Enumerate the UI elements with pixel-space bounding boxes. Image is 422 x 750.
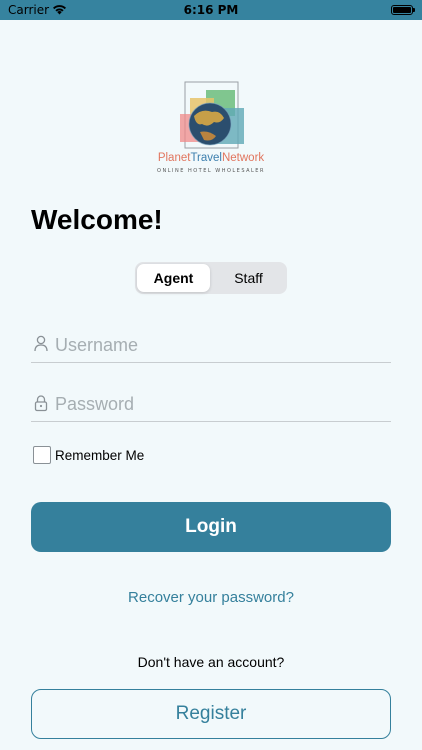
globe-logo-icon (180, 81, 244, 149)
segment-agent[interactable]: Agent (137, 264, 210, 292)
login-button[interactable]: Login (31, 502, 391, 552)
recover-password-link[interactable]: Recover your password? (0, 589, 422, 606)
welcome-title: Welcome! (31, 204, 163, 235)
brand-logo: PlanetTravelNetwork ONLINE HOTEL WHOLESA… (150, 80, 272, 176)
segment-staff[interactable]: Staff (212, 264, 285, 292)
password-field (31, 389, 391, 422)
remember-label: Remember Me (55, 448, 145, 463)
user-icon (34, 335, 48, 352)
username-input[interactable] (55, 330, 385, 360)
clock: 6:16 PM (183, 3, 239, 17)
remember-checkbox[interactable] (33, 446, 51, 464)
username-field (31, 330, 391, 363)
brand-name: PlanetTravelNetwork (157, 152, 265, 164)
brand-tagline: ONLINE HOTEL WHOLESALER (157, 168, 265, 174)
register-button[interactable]: Register (31, 689, 391, 739)
lock-icon (34, 395, 48, 412)
password-input[interactable] (55, 389, 385, 419)
user-type-toggle: Agent Staff (135, 262, 287, 294)
no-account-text: Don't have an account? (137, 654, 285, 670)
battery-icon (391, 5, 415, 15)
status-bar: Carrier 6:16 PM (0, 0, 422, 20)
